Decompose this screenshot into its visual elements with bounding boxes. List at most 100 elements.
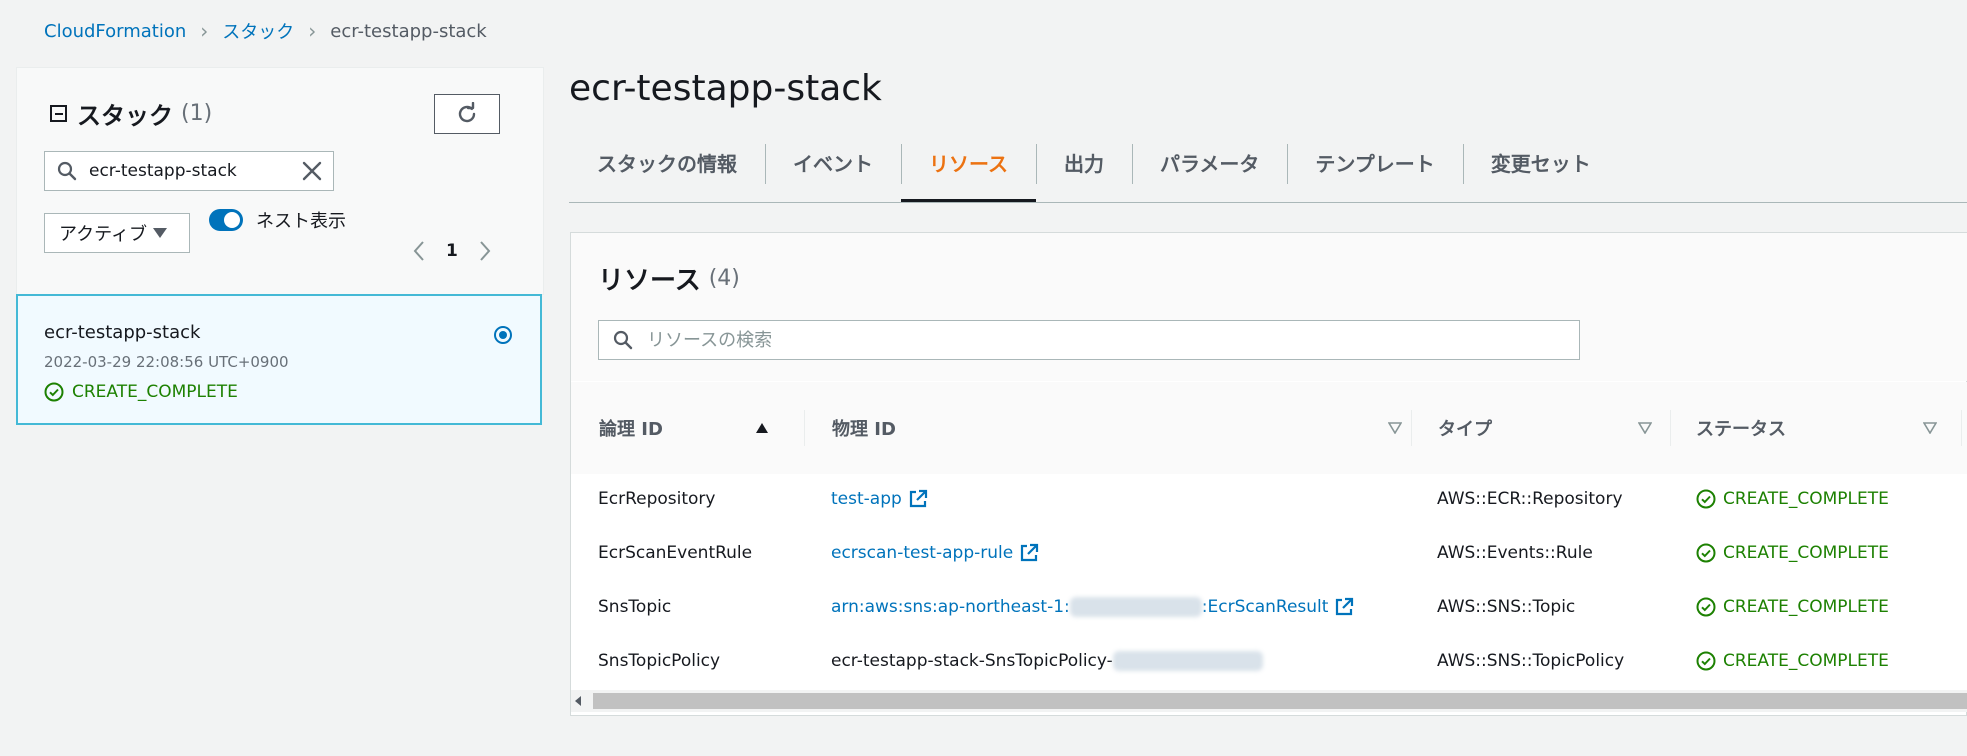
column-header-type[interactable]: タイプ xyxy=(1438,412,1652,444)
status-cell: CREATE_COMPLETE xyxy=(1696,597,1889,617)
tab-outputs[interactable]: 出力 xyxy=(1036,138,1132,202)
stacks-pagination: 1 xyxy=(412,240,492,262)
resources-title-text: リソース xyxy=(598,266,701,296)
physical-id-link[interactable]: arn:aws:sns:ap-northeast-1: :EcrScanResu… xyxy=(831,597,1328,617)
stack-filter-value: アクティブ xyxy=(59,224,148,245)
sort-ascending-icon xyxy=(756,423,768,433)
collapse-icon[interactable] xyxy=(50,105,67,122)
success-check-icon xyxy=(1696,489,1716,509)
external-link-icon[interactable] xyxy=(1334,597,1354,617)
tab-events[interactable]: イベント xyxy=(765,138,901,202)
refresh-button[interactable] xyxy=(434,94,500,134)
status-text: CREATE_COMPLETE xyxy=(1723,543,1889,563)
resources-count: (4) xyxy=(708,266,740,291)
table-row: EcrScanEventRule ecrscan-test-app-rule A… xyxy=(571,528,1967,583)
sort-icon xyxy=(1923,422,1937,434)
tab-parameters[interactable]: パラメータ xyxy=(1132,138,1287,202)
scroll-left-arrow-icon[interactable] xyxy=(575,696,581,706)
caret-down-icon xyxy=(153,228,168,238)
stack-search-input[interactable] xyxy=(87,160,291,182)
breadcrumb: CloudFormation › スタック › ecr-testapp-stac… xyxy=(44,18,487,44)
type-cell: AWS::Events::Rule xyxy=(1437,543,1593,563)
logical-id-cell: SnsTopicPolicy xyxy=(598,651,721,671)
breadcrumb-current: ecr-testapp-stack xyxy=(330,20,487,42)
logical-id-cell: SnsTopic xyxy=(598,597,672,617)
success-check-icon xyxy=(44,382,64,402)
success-check-icon xyxy=(1696,651,1716,671)
refresh-icon xyxy=(458,102,476,123)
stack-card-date: 2022-03-29 22:08:56 UTC+0900 xyxy=(44,353,289,371)
tab-change-sets[interactable]: 変更セット xyxy=(1462,138,1619,202)
resource-search-input[interactable] xyxy=(645,328,1549,352)
stack-select-radio[interactable] xyxy=(494,326,512,344)
physical-id-suffix: :EcrScanResult xyxy=(1201,597,1329,617)
breadcrumb-stacks[interactable]: スタック xyxy=(222,18,294,44)
tab-stack-info[interactable]: スタックの情報 xyxy=(569,138,765,202)
physical-id-cell: ecr-testapp-stack-SnsTopicPolicy- xyxy=(831,651,1263,671)
sort-icon xyxy=(1388,422,1402,434)
horizontal-scrollbar[interactable] xyxy=(571,690,1967,712)
resources-table-header: 論理 ID 物理 ID タイプ ステータス xyxy=(571,382,1967,475)
logical-id-cell: EcrRepository xyxy=(598,489,716,509)
type-cell: AWS::ECR::Repository xyxy=(1437,489,1623,509)
chevron-right-icon[interactable] xyxy=(478,240,492,262)
physical-id-prefix: arn:aws:sns:ap-northeast-1: xyxy=(831,597,1070,617)
column-divider xyxy=(1411,410,1412,446)
table-row: SnsTopicPolicy ecr-testapp-stack-SnsTopi… xyxy=(571,636,1967,691)
resource-search-box xyxy=(598,320,1580,360)
status-cell: CREATE_COMPLETE xyxy=(1696,489,1889,509)
physical-id-text: ecr-testapp-stack-SnsTopicPolicy- xyxy=(831,651,1113,671)
physical-id-cell: arn:aws:sns:ap-northeast-1: :EcrScanResu… xyxy=(831,597,1354,617)
status-cell: CREATE_COMPLETE xyxy=(1696,543,1889,563)
type-cell: AWS::SNS::TopicPolicy xyxy=(1437,651,1625,671)
scrollbar-thumb[interactable] xyxy=(593,693,1967,709)
page-number[interactable]: 1 xyxy=(446,241,458,261)
success-check-icon xyxy=(1696,597,1716,617)
stack-tabs: スタックの情報 イベント リソース 出力 パラメータ テンプレート 変更セット xyxy=(569,138,1967,203)
search-icon xyxy=(613,330,633,350)
search-icon xyxy=(57,161,77,181)
success-check-icon xyxy=(1696,543,1716,563)
table-row: EcrRepository test-app AWS::ECR::Reposit… xyxy=(571,474,1967,529)
type-cell: AWS::SNS::Topic xyxy=(1437,597,1576,617)
stacks-count: (1) xyxy=(181,101,213,126)
column-header-label: 論理 ID xyxy=(599,419,663,440)
table-row: SnsTopic arn:aws:sns:ap-northeast-1: :Ec… xyxy=(571,582,1967,637)
column-header-label: 物理 ID xyxy=(832,419,896,440)
status-text: CREATE_COMPLETE xyxy=(1723,597,1889,617)
physical-id-cell: test-app xyxy=(831,489,928,509)
tab-resources[interactable]: リソース xyxy=(901,138,1037,202)
chevron-left-icon[interactable] xyxy=(412,240,426,262)
sort-icon xyxy=(1638,422,1652,434)
column-header-logical-id[interactable]: 論理 ID xyxy=(599,412,769,444)
external-link-icon[interactable] xyxy=(1019,543,1039,563)
column-header-status[interactable]: ステータス xyxy=(1696,412,1937,444)
stack-filter-select[interactable]: アクティブ xyxy=(44,213,190,253)
column-header-physical-id[interactable]: 物理 ID xyxy=(832,412,1402,444)
logical-id-cell: EcrScanEventRule xyxy=(598,543,753,563)
stack-card-name: ecr-testapp-stack xyxy=(44,322,201,343)
tab-template[interactable]: テンプレート xyxy=(1287,138,1462,202)
redacted-id-suffix xyxy=(1112,651,1263,671)
nested-view-toggle[interactable] xyxy=(209,209,243,231)
stacks-title-text: スタック xyxy=(77,102,173,130)
column-divider xyxy=(1961,410,1962,446)
toggle-knob xyxy=(224,212,240,228)
physical-id-link[interactable]: test-app xyxy=(831,489,902,509)
column-header-label: ステータス xyxy=(1696,419,1786,440)
clear-icon[interactable] xyxy=(301,160,323,182)
stacks-panel-title: スタック (1) xyxy=(50,96,212,131)
chevron-right-icon: › xyxy=(200,19,209,43)
physical-id-cell: ecrscan-test-app-rule xyxy=(831,543,1039,563)
physical-id-link[interactable]: ecrscan-test-app-rule xyxy=(831,543,1013,563)
stack-card-status-text: CREATE_COMPLETE xyxy=(72,382,238,402)
redacted-account-id xyxy=(1069,597,1202,617)
nested-view-label: ネスト表示 xyxy=(256,211,346,232)
column-header-label: タイプ xyxy=(1438,419,1492,440)
resources-title: リソース (4) xyxy=(598,260,740,297)
status-text: CREATE_COMPLETE xyxy=(1723,489,1889,509)
stack-card-status: CREATE_COMPLETE xyxy=(44,382,238,402)
external-link-icon[interactable] xyxy=(908,489,928,509)
page-title: ecr-testapp-stack xyxy=(569,68,882,109)
breadcrumb-cloudformation[interactable]: CloudFormation xyxy=(44,21,186,42)
